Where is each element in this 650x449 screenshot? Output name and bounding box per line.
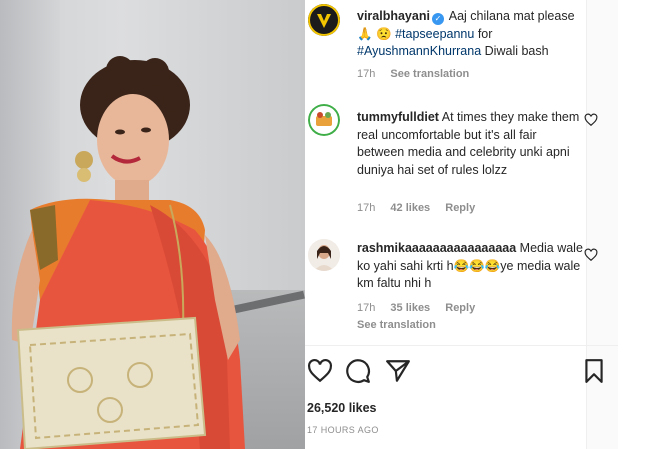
hashtag-tapseepannu[interactable]: #tapseepannu bbox=[395, 27, 474, 41]
author-logo-icon bbox=[308, 4, 340, 36]
caption-emoji: 🙏 😟 bbox=[357, 26, 392, 41]
post-view: viralbhayani ✓ Aaj chilana mat please 🙏 😟… bbox=[0, 0, 650, 449]
caption-tail: Diwali bash bbox=[484, 44, 549, 58]
comment-translation: See translation bbox=[357, 319, 448, 331]
commenter-avatar[interactable] bbox=[308, 104, 340, 136]
divider bbox=[305, 345, 618, 346]
person-avatar-icon bbox=[308, 239, 340, 271]
comment-time: 17h bbox=[357, 302, 376, 314]
like-count[interactable]: 26,520 likes bbox=[307, 401, 377, 415]
comment-meta: 17h 35 likes Reply bbox=[357, 302, 487, 314]
comment-username[interactable]: rashmikaaaaaaaaaaaaaaaa bbox=[357, 241, 516, 255]
post-timestamp[interactable]: 17 HOURS AGO bbox=[307, 425, 379, 435]
caption-time: 17h bbox=[357, 68, 376, 80]
comment-icon[interactable] bbox=[345, 358, 371, 384]
caption-for: for bbox=[477, 26, 493, 41]
see-translation-link[interactable]: See translation bbox=[357, 319, 436, 331]
reply-button[interactable]: Reply bbox=[445, 302, 475, 314]
comment-time: 17h bbox=[357, 202, 376, 214]
comment-likes[interactable]: 42 likes bbox=[390, 202, 430, 214]
heart-icon[interactable] bbox=[307, 358, 333, 384]
comment-like-heart-icon[interactable] bbox=[584, 248, 598, 262]
comment-emoji: 😂😂😂 bbox=[453, 258, 501, 273]
action-bar bbox=[305, 358, 618, 386]
bookmark-icon[interactable] bbox=[581, 358, 607, 384]
comment-meta: 17h 42 likes Reply bbox=[357, 202, 487, 214]
person-illustration bbox=[11, 56, 245, 449]
reply-button[interactable]: Reply bbox=[445, 202, 475, 214]
comment-like-heart-icon[interactable] bbox=[584, 113, 598, 127]
caption-text: viralbhayani ✓ Aaj chilana mat please 🙏 😟… bbox=[357, 8, 587, 61]
hashtag-ayushmannkhurrana[interactable]: #AyushmannKhurrana bbox=[357, 44, 481, 58]
commenter-avatar[interactable] bbox=[308, 239, 340, 271]
verified-badge-icon: ✓ bbox=[431, 13, 444, 25]
see-translation-link[interactable]: See translation bbox=[390, 68, 469, 80]
food-avatar-icon bbox=[308, 104, 340, 136]
caption-meta: 17h See translation bbox=[357, 68, 481, 80]
author-avatar[interactable] bbox=[308, 4, 340, 36]
author-username[interactable]: viralbhayani bbox=[357, 9, 430, 23]
post-image[interactable] bbox=[0, 0, 305, 449]
comments-panel: viralbhayani ✓ Aaj chilana mat please 🙏 😟… bbox=[305, 0, 618, 449]
caption-body: Aaj chilana mat please bbox=[448, 9, 575, 23]
comment-text: tummyfulldiet At times they make them re… bbox=[357, 109, 587, 179]
send-icon[interactable] bbox=[385, 358, 411, 384]
comment-username[interactable]: tummyfulldiet bbox=[357, 110, 439, 124]
comment-likes[interactable]: 35 likes bbox=[390, 302, 430, 314]
comment-text: rashmikaaaaaaaaaaaaaaaa Media wale ko ya… bbox=[357, 240, 587, 293]
